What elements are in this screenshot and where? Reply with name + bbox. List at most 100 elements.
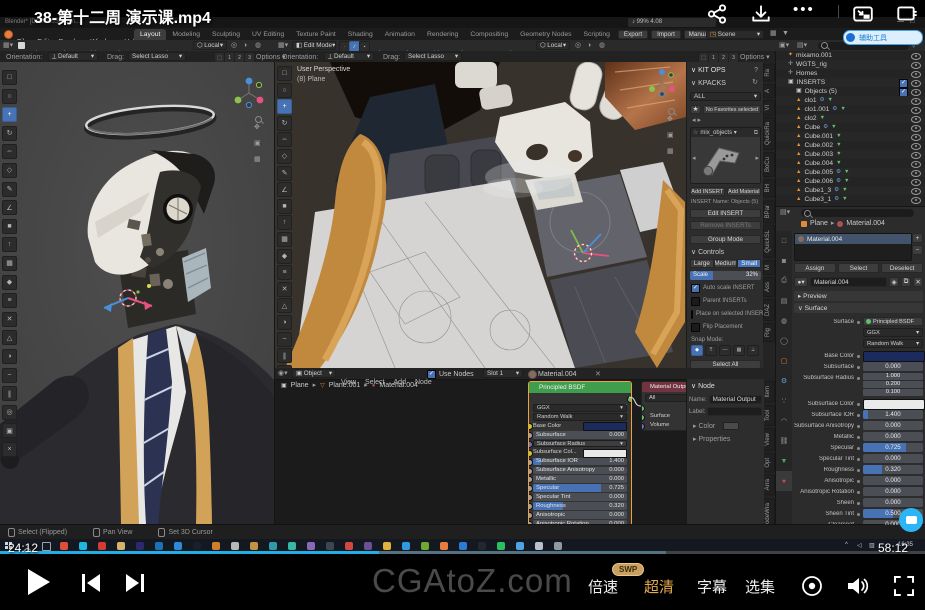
sidebar-tab-quicksl[interactable]: QuickSL (763, 225, 775, 258)
decorator-dot[interactable] (857, 513, 860, 516)
share-icon[interactable] (705, 3, 729, 25)
principled-bsdf-node[interactable]: Principled BSDF BSDFGGX▾Random Walk▾Base… (528, 381, 632, 524)
unlink-icon[interactable]: ✕ (595, 371, 601, 378)
node-row-subsurface[interactable]: Subsurface0.000 (533, 431, 627, 439)
outliner-row[interactable]: ▲clo2▼ (776, 114, 925, 123)
taskbar-app-icon[interactable] (345, 542, 353, 550)
taskbar-app-icon[interactable] (421, 542, 429, 550)
knife-tool[interactable]: ✕ (2, 312, 17, 327)
action-export[interactable]: Export (618, 30, 648, 39)
node-row-specular-tint[interactable]: Specular Tint0.000 (533, 493, 627, 501)
workspace-tab-animation[interactable]: Animation (379, 29, 421, 40)
mid-camera-view-icon[interactable]: ▣ (667, 132, 674, 139)
property-subsurface-ior[interactable]: 1.400 (863, 410, 923, 419)
outliner-item-label[interactable]: Hornes (796, 69, 817, 78)
taskbar-app-icon[interactable] (250, 542, 258, 550)
tray-volume-icon[interactable]: ◁ (857, 542, 862, 549)
decorator-dot[interactable] (857, 502, 860, 505)
workspace-tab-rendering[interactable]: Rendering (421, 29, 464, 40)
size-option-large[interactable]: Large (690, 259, 714, 268)
viewport-left[interactable]: □○+↻⇔◇✎∠■↑▦◆≡✕△◑~∥◎▣× ✥ ▣ ▦ (0, 62, 275, 524)
npanel-tab-nodewra[interactable]: NodeWra (763, 498, 775, 524)
sidebar-tab-vi[interactable]: VI (763, 100, 775, 116)
visibility-eye-icon[interactable] (911, 134, 921, 141)
visibility-eye-icon[interactable] (911, 98, 921, 105)
prev-insert-arrow[interactable]: ◂ (692, 155, 696, 162)
volume-icon[interactable] (845, 574, 871, 598)
outliner-row[interactable]: ▲Cube.001▼ (776, 132, 925, 141)
inset-tool[interactable]: ▦ (2, 256, 17, 271)
sidebar-tab-rig[interactable]: Rig (763, 323, 775, 342)
mid-move-tool[interactable]: + (277, 99, 292, 114)
shader-material-name[interactable]: Material.004 (538, 371, 577, 378)
pack-name-dropdown[interactable]: mix_objects ▾ (700, 130, 751, 136)
record-icon[interactable] (800, 574, 824, 598)
progress-bar[interactable] (0, 551, 925, 554)
favorite-star-button[interactable]: ★ (690, 105, 701, 114)
node-name-field[interactable]: Material Output (709, 395, 762, 404)
taskbar-app-icon[interactable] (98, 542, 106, 550)
sidebar-tab-ass[interactable]: Ass (763, 277, 775, 297)
taskbar-app-icon[interactable] (307, 542, 315, 550)
decorator-dot[interactable] (857, 480, 860, 483)
taskbar-app-icon[interactable] (383, 542, 391, 550)
size-option-medium[interactable]: Medium (714, 259, 738, 268)
decorator-dot[interactable] (857, 414, 860, 417)
workspace-tab-uv-editing[interactable]: UV Editing (246, 29, 290, 40)
add-cube-tool[interactable]: ■ (2, 219, 17, 234)
cursor-tool[interactable]: ○ (2, 89, 17, 104)
mid-grid-toggle-icon[interactable]: ▦ (667, 148, 674, 155)
color-section[interactable]: ▸ Color (693, 422, 764, 430)
taskbar-app-icon[interactable] (535, 542, 543, 550)
color-swatch[interactable] (583, 449, 627, 458)
blender-logo-icon[interactable] (4, 30, 13, 39)
outliner-row[interactable]: ✛WGTS_rig (776, 60, 925, 69)
data-tab[interactable]: ▼ (776, 451, 792, 471)
plugin-pill-button[interactable]: 辅助工具 (843, 30, 923, 45)
remove-slot-button[interactable]: − (912, 245, 923, 255)
properties-editor-icon[interactable]: ▤▾ (780, 209, 790, 216)
sidebar-tab-ra[interactable]: Ra (763, 64, 775, 82)
shader-editor-icon[interactable]: ◉▾ (278, 370, 288, 377)
add-slot-button[interactable]: + (912, 233, 923, 243)
taskbar-app-icon[interactable] (288, 542, 296, 550)
snap-mode-option-0[interactable]: ◆ (691, 345, 703, 356)
scale-tool[interactable]: ⇔ (2, 144, 17, 159)
visibility-eye-icon[interactable] (911, 89, 921, 96)
measure-tool[interactable]: ∠ (2, 200, 17, 215)
play-button[interactable] (28, 569, 50, 595)
output-tab[interactable]: ⎙ (776, 271, 792, 291)
shear-tool[interactable]: ▣ (2, 423, 17, 438)
taskbar-app-icon[interactable] (459, 542, 467, 550)
more-icon[interactable]: ••• (793, 1, 815, 18)
snap-magnet-icon[interactable]: ◎ (231, 42, 237, 49)
slot-select[interactable]: Slot 1▾ (483, 369, 523, 378)
tray-caret-icon[interactable]: ^ (845, 542, 848, 548)
mid-rotate-tool[interactable]: ↻ (277, 116, 292, 131)
outliner-item-label[interactable]: INSERTS (797, 78, 825, 87)
constraint-tab[interactable]: ⛓ (776, 431, 792, 451)
visibility-eye-icon[interactable] (911, 152, 921, 159)
sidebar-tab-daz[interactable]: DAZ (763, 299, 775, 321)
scene-selector[interactable]: ◳ Scene▾ (706, 30, 764, 39)
visibility-eye-icon[interactable] (911, 80, 921, 87)
visibility-eye-icon[interactable] (911, 125, 921, 132)
mid-snap-magnet-icon[interactable]: ◎ (575, 42, 581, 49)
speed-button[interactable]: 倍速 (588, 576, 618, 597)
property-specular[interactable]: 0.725 (863, 443, 923, 452)
next-insert-arrow[interactable]: ▸ (755, 155, 759, 162)
taskbar-app-icon[interactable] (364, 542, 372, 550)
outliner-row[interactable]: ▲Cube⚙▼ (776, 123, 925, 132)
mid-select-box-tool[interactable]: □ (277, 66, 292, 81)
spin-tool[interactable]: ◑ (2, 349, 17, 364)
node-row-random-walk[interactable]: Random Walk▾ (533, 413, 627, 421)
mid-extrude-tool[interactable]: ↑ (277, 215, 292, 230)
decorator-dot[interactable] (857, 458, 860, 461)
filter-icon[interactable]: ▼ (782, 30, 789, 37)
physics-tab[interactable]: ◠ (776, 411, 792, 431)
add-material-button[interactable]: Add Material (727, 187, 762, 196)
outliner-item-label[interactable]: Cube.003 (804, 150, 833, 159)
rotate-tool[interactable]: ↻ (2, 126, 17, 141)
outliner-row[interactable]: ▲clo1.001⚙▼ (776, 105, 925, 114)
property-metallic[interactable]: 0.000 (863, 432, 923, 441)
